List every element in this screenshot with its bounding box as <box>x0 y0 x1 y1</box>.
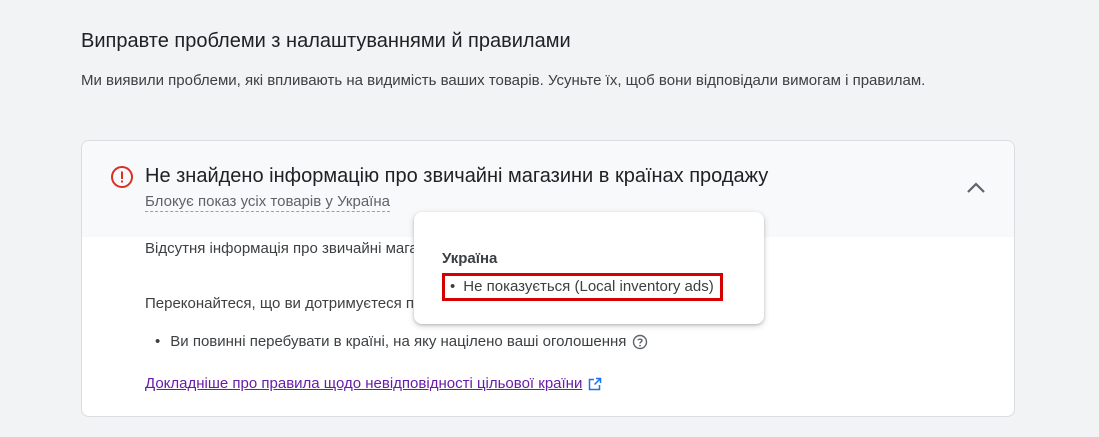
learn-more-text[interactable]: Докладніше про правила щодо невідповідно… <box>145 375 582 392</box>
help-icon[interactable] <box>632 334 648 350</box>
issue-instruction: Переконайтеся, що ви дотримуєтеся правил… <box>145 295 460 312</box>
bullet-dot: • <box>155 333 161 350</box>
section-title: Виправте проблеми з налаштуваннями й пра… <box>81 30 571 52</box>
country-tooltip: Україна • Не показується (Local inventory… <box>414 212 764 324</box>
section-description: Ми виявили проблеми, які впливають на ви… <box>81 72 926 89</box>
issue-subtitle[interactable]: Блокує показ усіх товарів у Україна <box>145 193 390 212</box>
tooltip-status-text: Не показується (Local inventory ads) <box>463 278 714 295</box>
requirement-item: • Ви повинні перебувати в країні, на яку… <box>155 333 648 350</box>
learn-more-link[interactable]: Докладніше про правила щодо невідповідно… <box>145 375 602 392</box>
open-in-new-icon <box>589 377 602 390</box>
bullet-dot: • <box>450 278 456 295</box>
tooltip-status-item: • Не показується (Local inventory ads) <box>442 273 723 301</box>
chevron-up-icon[interactable] <box>962 177 990 199</box>
error-icon <box>111 166 133 188</box>
issue-title: Не знайдено інформацію про звичайні мага… <box>145 165 769 187</box>
requirement-text: Ви повинні перебувати в країні, на яку н… <box>170 333 627 350</box>
tooltip-country: Україна <box>442 250 498 267</box>
